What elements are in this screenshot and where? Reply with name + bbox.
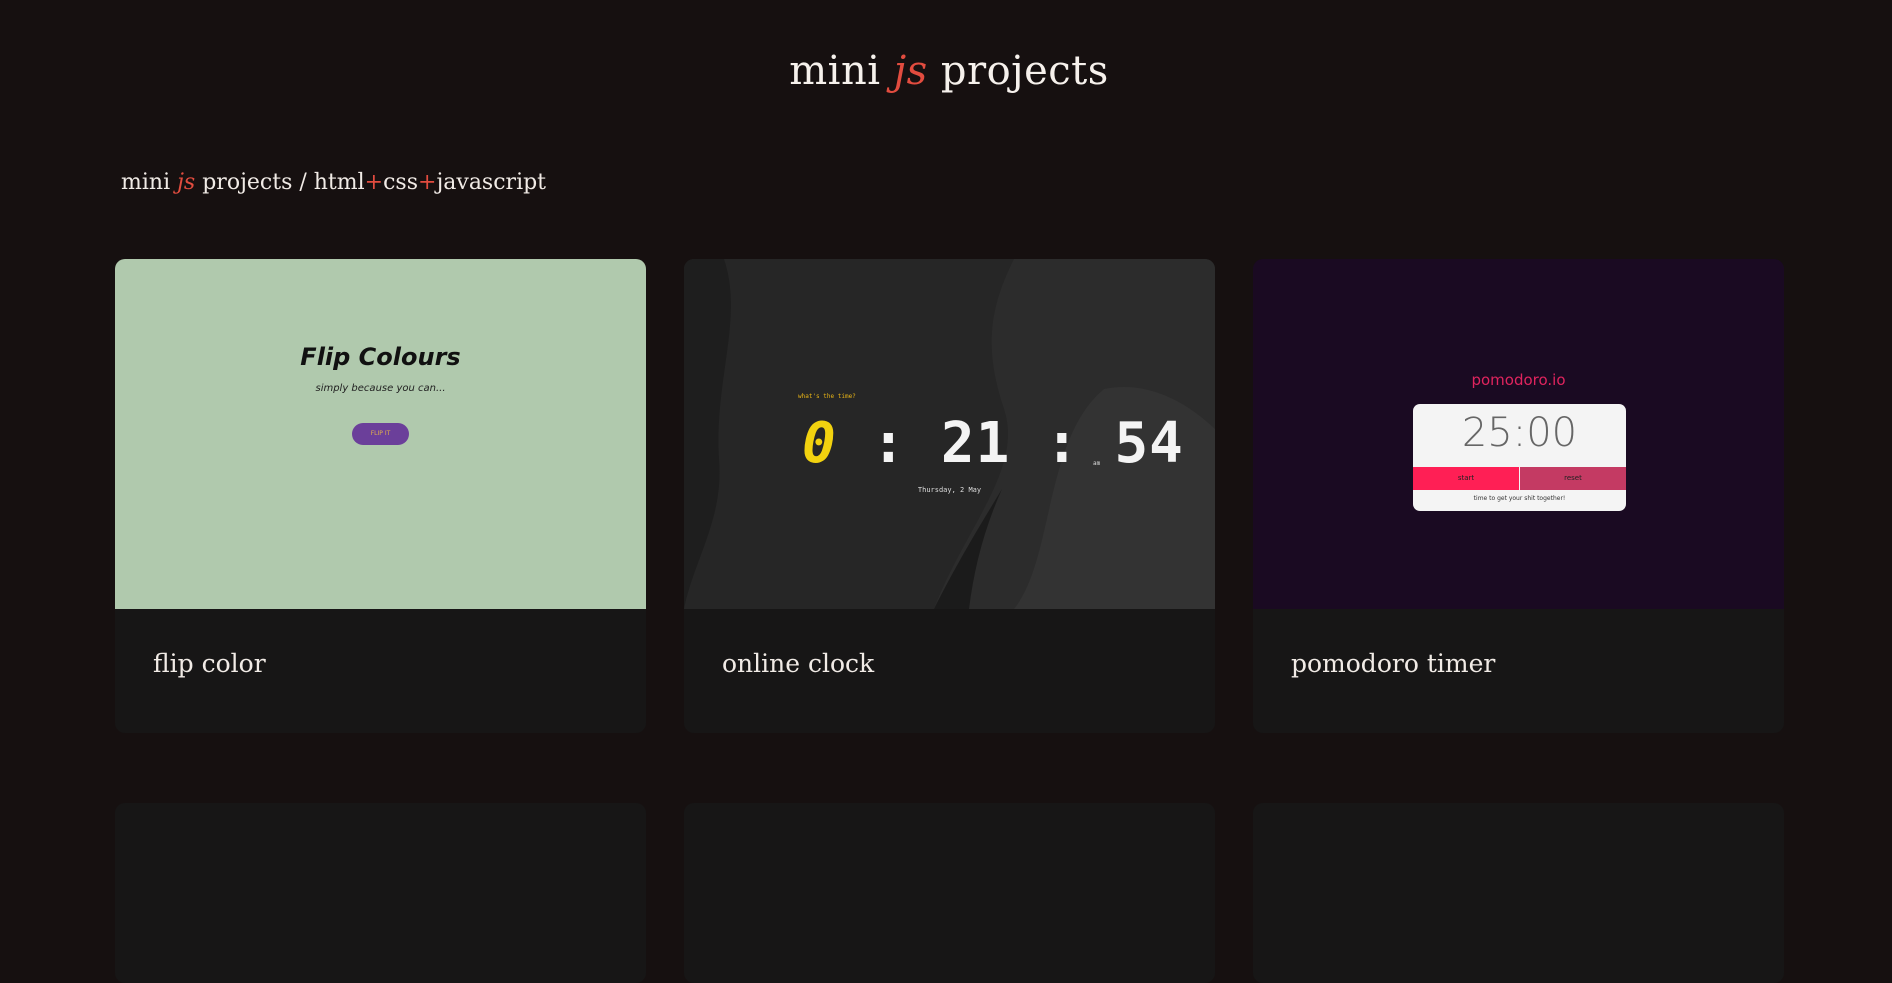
project-title[interactable]: pomodoro timer: [1291, 649, 1495, 678]
breadcrumb-accent: js: [177, 170, 196, 195]
pomodoro-time: 25:00: [1461, 410, 1578, 456]
clock-date: Thursday, 2 May: [917, 486, 982, 494]
project-card-placeholder[interactable]: [684, 803, 1215, 983]
breadcrumb-plus: +: [418, 170, 437, 195]
project-card-online-clock[interactable]: what's the time? 0 : 21 : 54 am Thursday…: [684, 259, 1215, 733]
title-text: mini: [789, 48, 894, 94]
breadcrumb-js: javascript: [436, 170, 547, 195]
breadcrumb: mini js projects / html+css+javascript: [121, 170, 546, 195]
breadcrumb-plus: +: [364, 170, 384, 195]
project-preview-pomodoro-timer[interactable]: pomodoro.io 25:00 start reset time to ge…: [1253, 259, 1784, 609]
clock-ampm: am: [1093, 460, 1101, 467]
clock-minutes: 21: [940, 411, 1011, 476]
project-card-flip-color[interactable]: Flip Colours simply because you can... F…: [115, 259, 646, 733]
project-card-pomodoro-timer[interactable]: pomodoro.io 25:00 start reset time to ge…: [1253, 259, 1784, 733]
clock-separator: :: [1045, 411, 1080, 476]
project-title[interactable]: online clock: [722, 649, 874, 678]
pomodoro-tagline: time to get your shit together!: [1473, 495, 1566, 502]
clock-hour: 0: [802, 411, 837, 476]
title-accent: js: [893, 48, 928, 94]
pomodoro-brand: pomodoro.io: [1471, 371, 1566, 389]
clock-separator: :: [871, 411, 907, 476]
preview-heading: Flip Colours: [300, 343, 461, 371]
breadcrumb-mid: projects / html: [195, 170, 365, 195]
pomodoro-reset-button: reset: [1520, 467, 1626, 490]
page-title: mini js projects: [0, 48, 1892, 94]
clock-question: what's the time?: [798, 393, 856, 400]
project-card-placeholder[interactable]: [1253, 803, 1784, 983]
flip-it-button: FLIP IT: [352, 423, 409, 445]
pomodoro-start-button: start: [1413, 467, 1519, 490]
preview-subtitle: simply because you can...: [315, 383, 446, 394]
project-title[interactable]: flip color: [153, 649, 266, 678]
project-preview-online-clock[interactable]: what's the time? 0 : 21 : 54 am Thursday…: [684, 259, 1215, 609]
project-card-placeholder[interactable]: [115, 803, 646, 983]
clock-time: 0 : 21 : 54: [802, 411, 1184, 476]
breadcrumb-pre: mini: [121, 170, 178, 195]
project-preview-flip-color[interactable]: Flip Colours simply because you can... F…: [115, 259, 646, 609]
breadcrumb-css: css: [383, 170, 419, 195]
pomodoro-panel: 25:00 start reset time to get your shit …: [1413, 404, 1626, 511]
title-text-rest: projects: [927, 48, 1109, 94]
clock-seconds: 54: [1114, 411, 1184, 476]
